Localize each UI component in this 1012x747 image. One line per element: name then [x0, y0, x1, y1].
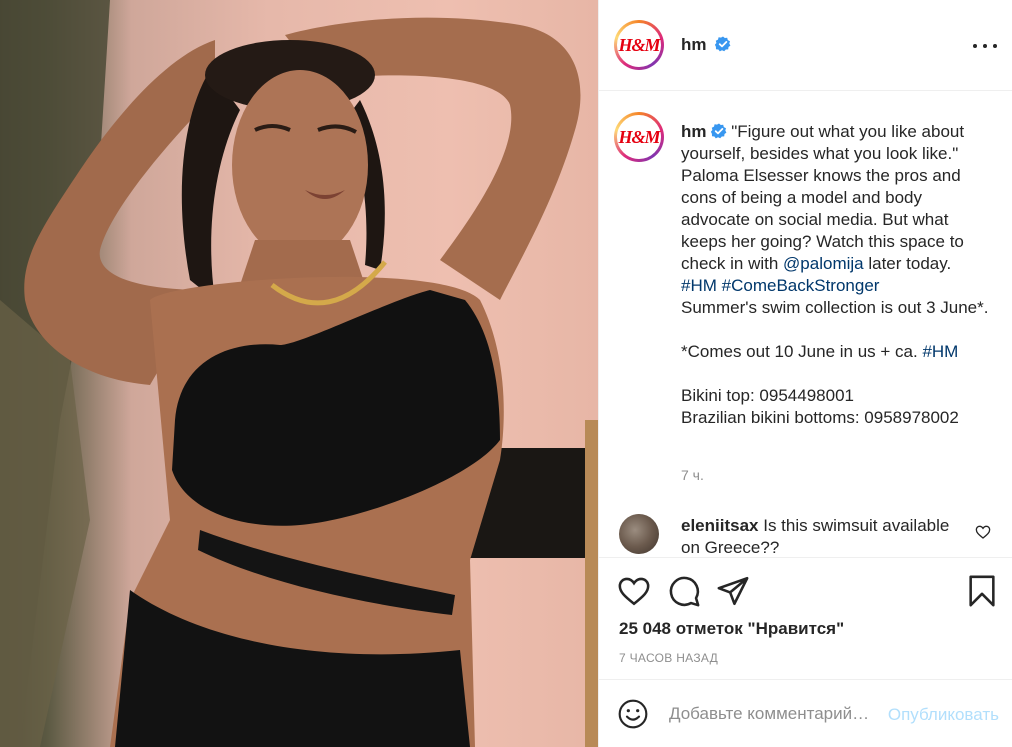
- caption-timestamp[interactable]: 7 ч.: [681, 467, 704, 483]
- heart-icon[interactable]: [617, 574, 651, 608]
- hashtag-link[interactable]: #ComeBackStronger: [722, 276, 880, 295]
- hashtag-link[interactable]: #HM: [681, 276, 717, 295]
- model-photo-illustration: [0, 0, 598, 747]
- emoji-icon[interactable]: [617, 698, 649, 730]
- caption-avatar[interactable]: H&M: [614, 112, 664, 162]
- caption-line: Bikini top: 0954498001: [681, 386, 854, 405]
- comment-input[interactable]: [669, 704, 874, 724]
- add-comment-bar: Опубликовать: [599, 679, 1012, 747]
- bookmark-icon[interactable]: [965, 574, 999, 608]
- caption-line: Brazilian bikini bottoms: 0958978002: [681, 408, 959, 427]
- post-photo[interactable]: [0, 0, 598, 747]
- commenter-avatar[interactable]: [619, 514, 659, 554]
- comment-icon[interactable]: [667, 574, 701, 608]
- verified-badge-icon: [710, 123, 726, 139]
- verified-badge-icon: [715, 36, 731, 52]
- post-time-ago[interactable]: 7 ЧАСОВ НАЗАД: [619, 651, 718, 665]
- publish-button[interactable]: Опубликовать: [888, 705, 999, 725]
- caption-username[interactable]: hm: [681, 122, 727, 141]
- share-icon[interactable]: [716, 574, 750, 608]
- likes-count[interactable]: 25 048 отметок "Нравится": [619, 619, 844, 639]
- account-avatar[interactable]: H&M: [614, 20, 664, 70]
- account-username[interactable]: hm: [681, 35, 731, 55]
- caption-line: *Comes out 10 June in us + ca.: [681, 342, 923, 361]
- caption-text: "Figure out what you like about yourself…: [681, 122, 965, 273]
- caption-line: Summer's swim collection is out 3 June*.: [681, 298, 989, 317]
- mention-link[interactable]: @palomija: [783, 254, 864, 273]
- hashtag-link[interactable]: #HM: [922, 342, 958, 361]
- username-text[interactable]: hm: [681, 35, 707, 54]
- post-actions: 25 048 отметок "Нравится" 7 ЧАСОВ НАЗАД: [599, 557, 1012, 679]
- comment: eleniitsax Is this swimsuit available on…: [681, 515, 961, 559]
- heart-outline-icon[interactable]: [975, 524, 991, 540]
- post-caption: hm "Figure out what you like about yours…: [681, 121, 991, 429]
- more-options-icon[interactable]: [973, 34, 997, 58]
- post-details-panel: H&M hm H&M hm "Figure out what you like …: [598, 0, 1012, 747]
- commenter-username[interactable]: eleniitsax: [681, 516, 759, 535]
- hm-logo: H&M: [619, 117, 661, 157]
- caption-text-tail: later today.: [863, 254, 952, 273]
- post-header: H&M hm: [599, 0, 1012, 91]
- hm-logo: H&M: [619, 25, 661, 65]
- instagram-post: H&M hm H&M hm "Figure out what you like …: [0, 0, 1012, 747]
